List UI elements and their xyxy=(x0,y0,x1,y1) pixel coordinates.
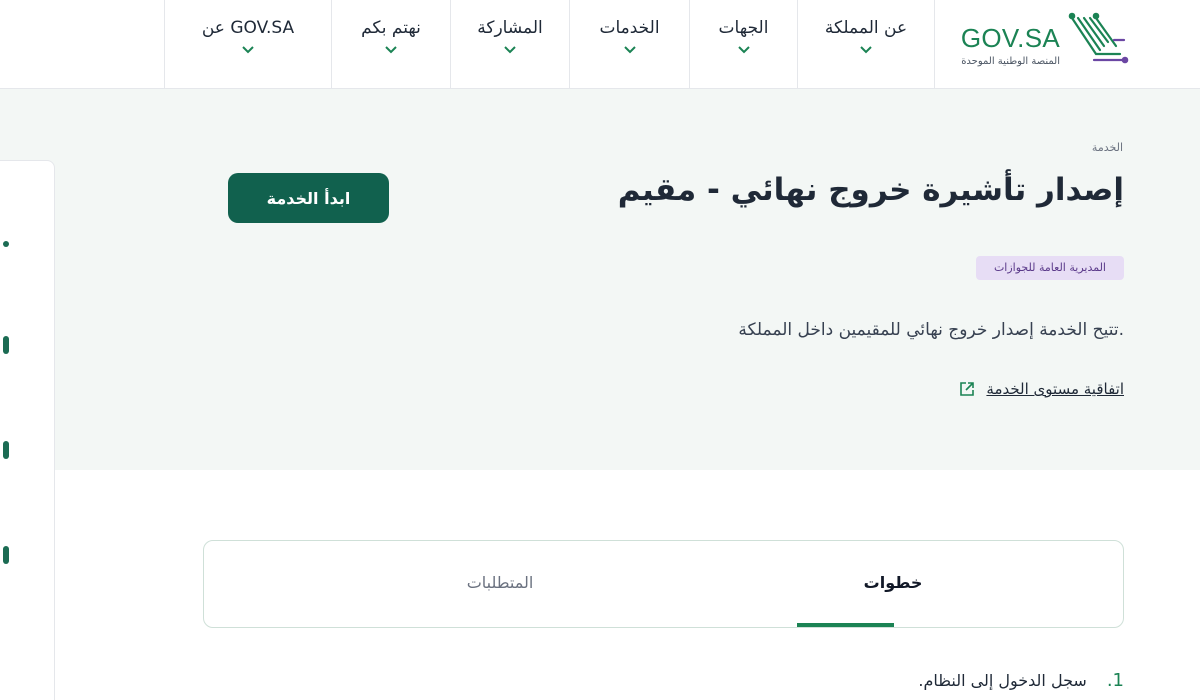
nav-label: عن المملكة xyxy=(824,18,908,38)
chevron-down-icon xyxy=(737,46,750,54)
service-description: تتيح الخدمة إصدار خروج نهائي للمقيمين دا… xyxy=(738,320,1124,340)
side-panel-mark xyxy=(3,441,9,459)
tab-requirements[interactable]: المتطلبات xyxy=(300,541,700,627)
page-title: إصدار تأشيرة خروج نهائي - مقيم xyxy=(617,172,1124,208)
page: GOV.SA المنصة الوطنية الموحدة عن المملكة… xyxy=(0,0,1200,700)
govsa-logo-icon xyxy=(1068,12,1129,64)
nav-item-about-govsa[interactable]: عن GOV.SA xyxy=(164,0,331,89)
sla-link-label: اتفاقية مستوى الخدمة xyxy=(986,380,1124,398)
nav-label: عن GOV.SA xyxy=(201,18,295,38)
nav-item-services[interactable]: الخدمات xyxy=(569,0,689,89)
external-link-icon xyxy=(960,382,975,396)
logo-text: GOV.SA xyxy=(960,23,1060,53)
nav-item-about-kingdom[interactable]: عن المملكة xyxy=(797,0,934,89)
start-service-button[interactable]: ابدأ الخدمة xyxy=(228,173,389,223)
side-panel-mark xyxy=(3,336,9,354)
chevron-down-icon xyxy=(385,46,397,54)
nav-label: نهتم بكم xyxy=(361,18,421,38)
nav-label: الخدمات xyxy=(599,18,660,38)
chevron-down-icon xyxy=(860,46,872,54)
side-panel-mark xyxy=(3,546,9,564)
nav-item-entities[interactable]: الجهات xyxy=(689,0,797,89)
nav-label: المشاركة xyxy=(477,18,543,38)
chevron-down-icon xyxy=(242,46,254,54)
active-tab-indicator xyxy=(797,623,894,627)
nav-item-participation[interactable]: المشاركة xyxy=(450,0,569,89)
site-header: GOV.SA المنصة الوطنية الموحدة عن المملكة… xyxy=(0,0,1200,89)
agency-badge[interactable]: المديرية العامة للجوازات xyxy=(975,256,1124,280)
tab-steps[interactable]: خطوات xyxy=(743,541,1043,627)
step-number: 1. xyxy=(1106,670,1124,691)
nav-label: الجهات xyxy=(718,18,769,38)
chevron-down-icon xyxy=(504,46,516,54)
chevron-down-icon xyxy=(623,46,636,54)
step-text: سجل الدخول إلى النظام. xyxy=(918,671,1087,690)
breadcrumb[interactable]: الخدمة xyxy=(1092,141,1123,154)
service-tabs: خطوات المتطلبات xyxy=(203,540,1124,628)
govsa-logo[interactable]: GOV.SA المنصة الوطنية الموحدة xyxy=(934,0,1136,89)
sla-link[interactable]: اتفاقية مستوى الخدمة xyxy=(958,380,1124,398)
side-panel xyxy=(0,160,55,700)
nav-item-we-care[interactable]: نهتم بكم xyxy=(331,0,450,89)
logo-subtitle: المنصة الوطنية الموحدة xyxy=(961,56,1060,67)
side-panel-mark xyxy=(3,241,9,247)
step-item: 1. سجل الدخول إلى النظام. xyxy=(918,670,1124,691)
